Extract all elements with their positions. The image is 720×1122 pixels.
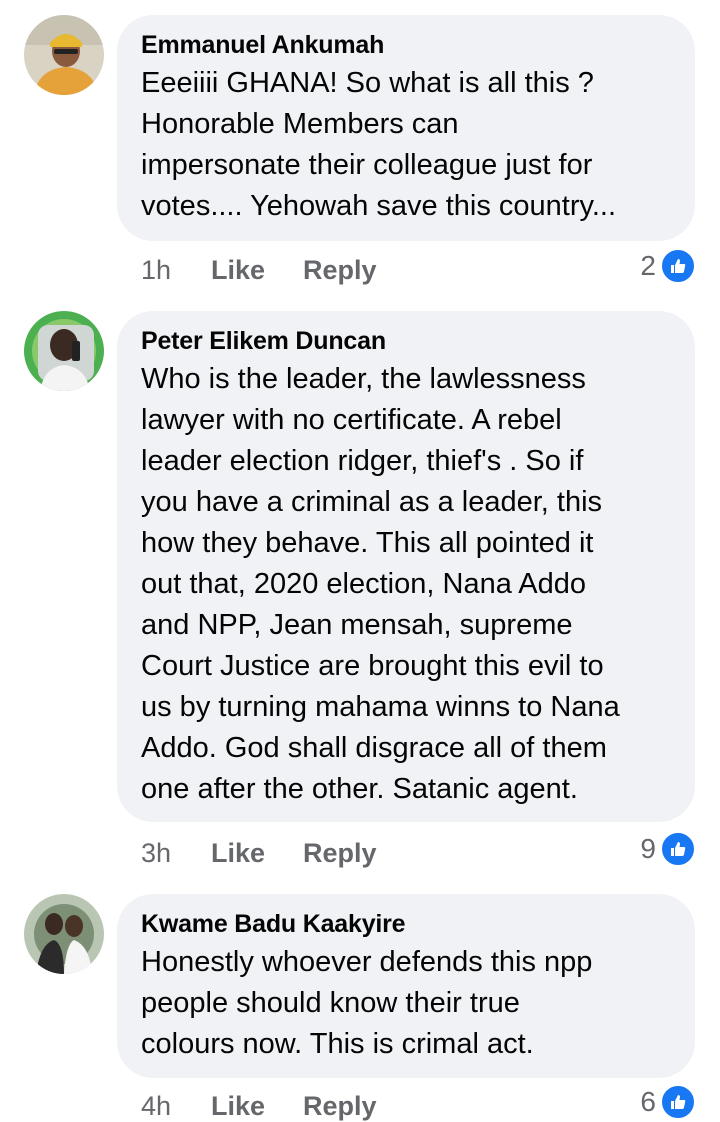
comment-text: Who is the leader, the lawlessness lawye…: [141, 363, 620, 805]
thumbs-up-icon: [660, 831, 696, 867]
reaction-count: 6: [640, 1086, 656, 1117]
comment-author[interactable]: Emmanuel Ankumah: [141, 29, 671, 61]
avatar[interactable]: [24, 311, 104, 391]
comment-bubble: Peter Elikem Duncan Who is the leader, t…: [117, 311, 695, 822]
reaction-count: 2: [640, 250, 656, 281]
comment-timestamp[interactable]: 1h: [141, 254, 171, 286]
comment-text: Honestly whoever defends this npp people…: [141, 946, 593, 1060]
like-button[interactable]: Like: [211, 837, 265, 869]
comment-timestamp[interactable]: 3h: [141, 837, 171, 869]
reaction-count: 9: [640, 833, 656, 864]
avatar[interactable]: [24, 15, 104, 95]
reaction-summary[interactable]: 9: [640, 831, 696, 867]
like-button[interactable]: Like: [211, 1090, 265, 1122]
comment-bubble: Emmanuel Ankumah Eeeiiii GHANA! So what …: [117, 15, 695, 241]
reaction-summary[interactable]: 6: [640, 1084, 696, 1120]
reply-button[interactable]: Reply: [303, 837, 377, 869]
thumbs-up-icon: [660, 1084, 696, 1120]
comment-author[interactable]: Peter Elikem Duncan: [141, 325, 671, 357]
comment-text: Eeeiiii GHANA! So what is all this ? Hon…: [141, 67, 617, 222]
reply-button[interactable]: Reply: [303, 254, 377, 286]
thumbs-up-icon: [660, 248, 696, 284]
comment-author[interactable]: Kwame Badu Kaakyire: [141, 908, 671, 940]
like-button[interactable]: Like: [211, 254, 265, 286]
avatar[interactable]: [24, 894, 104, 974]
reply-button[interactable]: Reply: [303, 1090, 377, 1122]
comment-timestamp[interactable]: 4h: [141, 1090, 171, 1122]
comment-bubble: Kwame Badu Kaakyire Honestly whoever def…: [117, 894, 695, 1078]
reaction-summary[interactable]: 2: [640, 248, 696, 284]
